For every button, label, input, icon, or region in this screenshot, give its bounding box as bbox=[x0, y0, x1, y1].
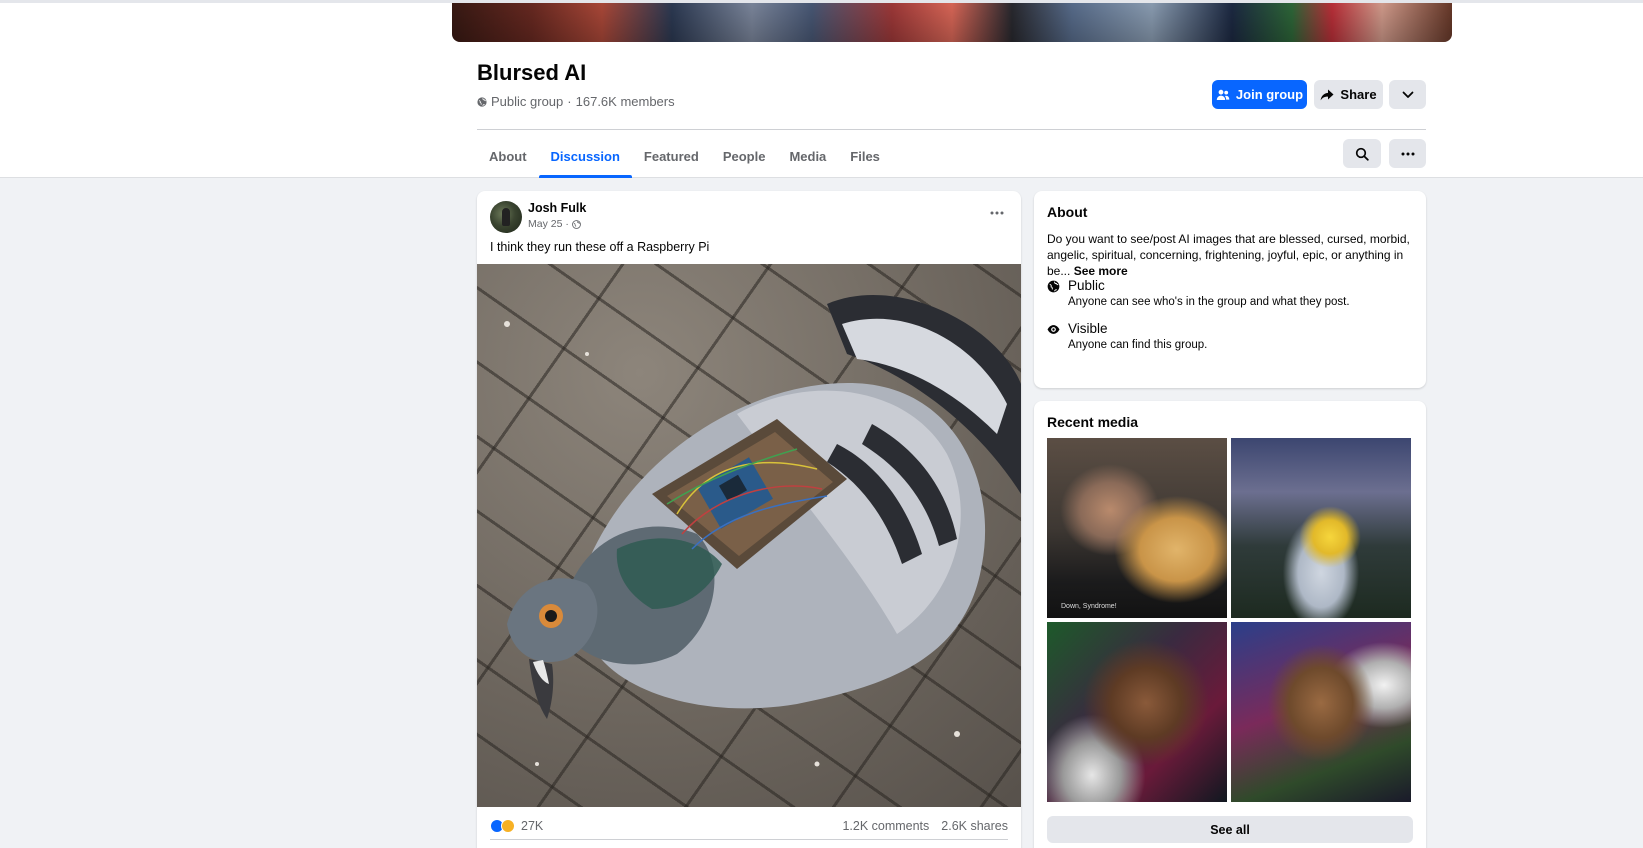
thumbnail-caption: Down, Syndrome! bbox=[1061, 603, 1117, 610]
privacy-label[interactable]: Public group bbox=[491, 94, 563, 109]
media-thumbnail[interactable] bbox=[1231, 622, 1411, 802]
join-group-label: Join group bbox=[1235, 87, 1304, 102]
tab-files[interactable]: Files bbox=[838, 134, 892, 178]
globe-icon bbox=[571, 219, 581, 229]
shares-count[interactable]: 2.6K shares bbox=[941, 819, 1008, 833]
media-thumbnail[interactable] bbox=[1047, 622, 1227, 802]
more-dots-icon bbox=[990, 211, 1004, 215]
members-count[interactable]: 167.6K members bbox=[576, 94, 675, 109]
tab-files-label: Files bbox=[850, 148, 880, 164]
share-label: Share bbox=[1340, 87, 1377, 102]
feed-post: Josh Fulk May 25 · I think they run thes… bbox=[477, 191, 1021, 848]
visibility-info: Visible Anyone can find this group. bbox=[1047, 321, 1207, 351]
public-subtitle: Anyone can see who's in the group and wh… bbox=[1068, 296, 1350, 308]
comments-count[interactable]: 1.2K comments bbox=[842, 819, 929, 833]
group-header: Blursed AI Public group · 167.6K members… bbox=[0, 0, 1643, 178]
privacy-info: Public Anyone can see who's in the group… bbox=[1047, 278, 1350, 308]
see-more-link[interactable]: See more bbox=[1074, 264, 1128, 278]
recent-media-title: Recent media bbox=[1047, 414, 1139, 430]
tab-about-label: About bbox=[489, 148, 527, 164]
reaction-count[interactable]: 27K bbox=[521, 819, 543, 833]
post-image[interactable] bbox=[477, 264, 1021, 807]
cover-photo[interactable] bbox=[452, 3, 1452, 42]
haha-reaction-icon bbox=[501, 819, 515, 833]
post-divider bbox=[490, 839, 1008, 840]
tab-featured[interactable]: Featured bbox=[632, 134, 711, 178]
globe-icon bbox=[1047, 280, 1060, 293]
post-timestamp: May 25 · bbox=[528, 218, 581, 230]
author-avatar[interactable] bbox=[490, 201, 522, 233]
post-options-button[interactable] bbox=[985, 205, 1009, 221]
tab-people[interactable]: People bbox=[711, 134, 778, 178]
visible-title: Visible bbox=[1068, 321, 1108, 336]
join-people-icon bbox=[1216, 89, 1230, 100]
tab-featured-label: Featured bbox=[643, 148, 699, 164]
tab-discussion[interactable]: Discussion bbox=[538, 134, 633, 178]
share-arrow-icon bbox=[1321, 89, 1334, 100]
search-icon bbox=[1355, 147, 1369, 161]
tab-media-label: Media bbox=[789, 148, 827, 164]
group-search-button[interactable] bbox=[1343, 139, 1381, 168]
header-more-button[interactable] bbox=[1389, 80, 1426, 109]
share-button[interactable]: Share bbox=[1314, 80, 1383, 109]
public-title: Public bbox=[1068, 278, 1105, 293]
header-divider bbox=[477, 129, 1426, 130]
tab-about[interactable]: About bbox=[477, 134, 539, 178]
robot-pigeon-illustration bbox=[504, 295, 1021, 767]
globe-icon bbox=[477, 96, 487, 107]
visible-subtitle: Anyone can find this group. bbox=[1068, 339, 1208, 351]
group-options-button[interactable] bbox=[1389, 139, 1426, 168]
tab-discussion-label: Discussion bbox=[550, 148, 620, 164]
post-author[interactable]: Josh Fulk bbox=[528, 201, 586, 215]
reaction-summary[interactable]: 27K bbox=[490, 819, 543, 833]
join-group-button[interactable]: Join group bbox=[1212, 80, 1307, 109]
group-title[interactable]: Blursed AI bbox=[477, 60, 586, 86]
about-description: Do you want to see/post AI images that a… bbox=[1047, 231, 1417, 279]
post-date[interactable]: May 25 · bbox=[528, 218, 569, 230]
group-meta: Public group · 167.6K members bbox=[477, 94, 675, 109]
tab-media[interactable]: Media bbox=[777, 134, 838, 178]
reaction-icons bbox=[490, 819, 515, 833]
media-thumbnail[interactable]: Down, Syndrome! bbox=[1047, 438, 1227, 618]
see-all-button[interactable]: See all bbox=[1047, 816, 1413, 843]
chevron-down-icon bbox=[1402, 91, 1413, 98]
eye-icon bbox=[1047, 325, 1060, 334]
media-thumbnail[interactable] bbox=[1231, 438, 1411, 618]
post-stats: 1.2K comments 2.6K shares bbox=[842, 819, 1008, 833]
post-text: I think they run these off a Raspberry P… bbox=[490, 240, 710, 254]
meta-separator: · bbox=[567, 94, 572, 109]
about-card: About Do you want to see/post AI images … bbox=[1034, 191, 1426, 388]
tab-people-label: People bbox=[722, 148, 766, 164]
more-dots-icon bbox=[1401, 152, 1414, 155]
group-tabs: About Discussion Featured People Media F… bbox=[477, 134, 892, 178]
about-card-title: About bbox=[1047, 204, 1088, 220]
recent-media-card: Recent media Down, Syndrome! See all bbox=[1034, 401, 1426, 848]
